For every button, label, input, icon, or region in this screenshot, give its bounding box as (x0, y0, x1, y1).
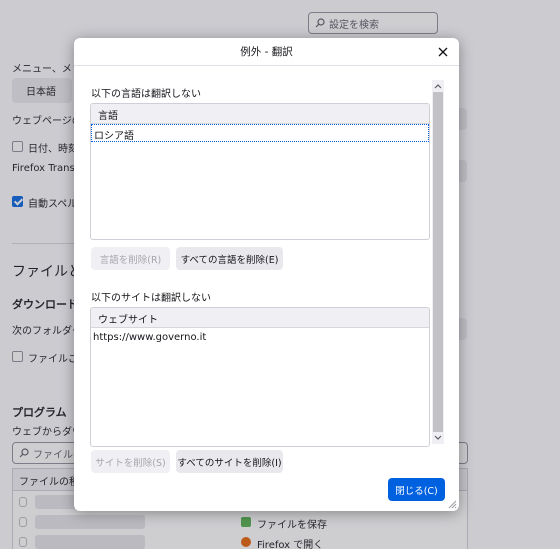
resize-grip-icon[interactable] (447, 499, 457, 509)
scroll-down-arrow-icon[interactable] (432, 432, 444, 444)
dialog-content: 以下の言語は翻訳しない 言語 ロシア語 言語を削除(R) すべての言語を削除(E… (74, 67, 434, 474)
remove-all-sites-button[interactable]: すべてのサイトを削除(I) (176, 450, 283, 473)
dialog-scrollbar[interactable] (432, 80, 444, 444)
close-button[interactable]: 閉じる(C) (388, 478, 445, 501)
languages-section-label: 以下の言語は翻訳しない (91, 89, 201, 100)
dialog-title: 例外 - 翻訳 (74, 38, 459, 66)
list-item[interactable]: https://www.governo.it (91, 328, 429, 346)
languages-column-header[interactable]: 言語 (91, 104, 429, 124)
sites-column-header[interactable]: ウェブサイト (91, 308, 429, 328)
languages-list[interactable]: 言語 ロシア語 (90, 103, 430, 240)
sites-list[interactable]: ウェブサイト https://www.governo.it (90, 307, 430, 447)
list-item[interactable]: ロシア語 (91, 124, 429, 142)
remove-site-button[interactable]: サイトを削除(S) (91, 450, 170, 473)
scroll-up-arrow-icon[interactable] (432, 80, 444, 92)
translation-exceptions-dialog: 例外 - 翻訳 以下の言語は翻訳しない 言語 ロシア語 言語を削除(R) すべて… (74, 38, 459, 511)
close-icon[interactable] (435, 44, 451, 60)
remove-all-languages-button[interactable]: すべての言語を削除(E) (176, 247, 283, 270)
remove-language-button[interactable]: 言語を削除(R) (91, 247, 170, 270)
sites-section-label: 以下のサイトは翻訳しない (91, 293, 211, 304)
scrollbar-thumb[interactable] (433, 92, 443, 432)
